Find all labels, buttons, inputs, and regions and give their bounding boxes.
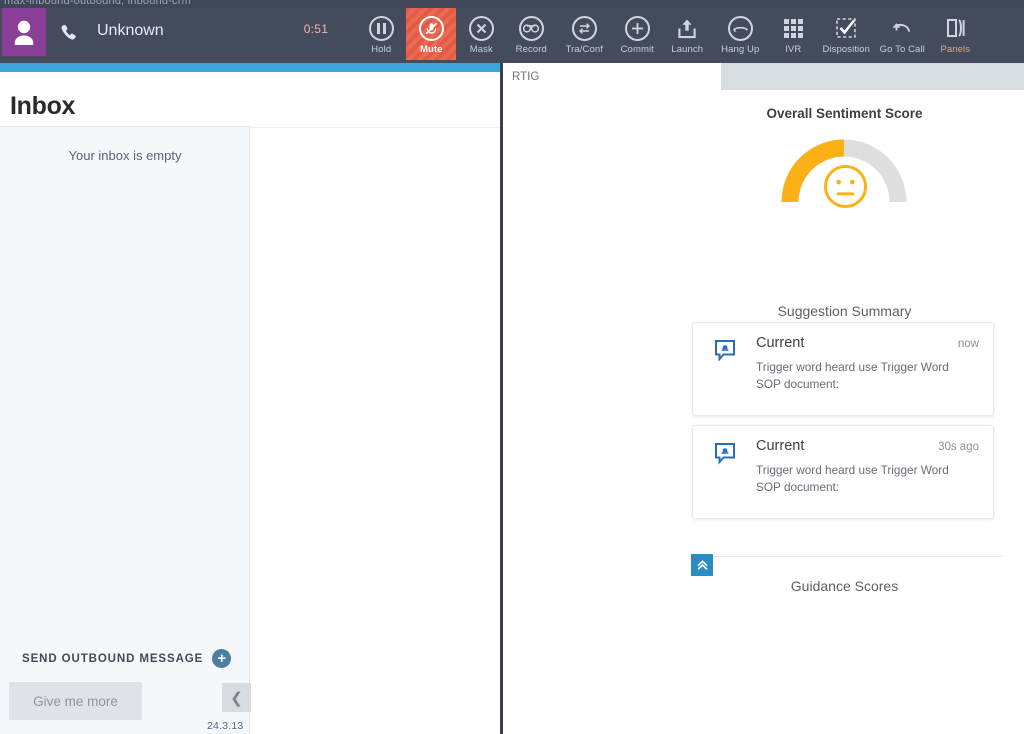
hangup-icon	[727, 13, 753, 43]
suggestion-card-title: Current	[756, 438, 805, 454]
ivr-label: IVR	[785, 44, 802, 55]
send-outbound-label: SEND OUTBOUND MESSAGE	[22, 652, 204, 665]
clipped-text-strip: max-inbound-outbound, inbound-crm	[0, 0, 1024, 8]
page-title: Inbox	[10, 92, 76, 120]
inbox-panel: Inbox Your inbox is empty SEND OUTBOUND …	[0, 72, 500, 734]
suggestion-card-time: now	[957, 338, 979, 350]
hangup-button[interactable]: Hang Up	[712, 8, 768, 60]
plus-circle-icon: +	[212, 649, 232, 668]
undo-arrow-icon	[892, 13, 912, 43]
caller-name: Unknown	[97, 22, 164, 39]
mask-button[interactable]: Mask	[456, 8, 506, 60]
panels-icon	[945, 13, 966, 43]
transfer-icon	[571, 13, 597, 43]
tab-rtig[interactable]: RTIG	[503, 63, 721, 90]
grid-icon	[783, 13, 803, 43]
call-timer: 0:51	[303, 22, 329, 36]
pause-icon	[368, 13, 394, 43]
alert-bubble-icon	[714, 339, 738, 367]
disposition-button[interactable]: Disposition	[818, 8, 874, 60]
sentiment-gauge	[774, 128, 914, 214]
suggestion-card[interactable]: Current 30s ago Trigger word heard use T…	[692, 425, 994, 519]
upload-icon	[676, 13, 698, 43]
alert-bubble-icon	[714, 442, 738, 470]
record-label: Record	[515, 44, 547, 55]
suggestion-card-body: Trigger word heard use Trigger Word SOP …	[756, 360, 949, 391]
send-outbound-message-button[interactable]: SEND OUTBOUND MESSAGE +	[22, 649, 232, 668]
sentiment-title: Overall Sentiment Score	[766, 106, 923, 121]
mask-label: Mask	[469, 44, 493, 55]
mute-button[interactable]: Mute	[406, 8, 457, 60]
version-label: 24.3.13	[207, 720, 244, 732]
go-to-call-label: Go To Call	[879, 44, 925, 55]
tab-rtig-label: RTIG	[512, 70, 540, 83]
chevron-left-icon[interactable]: ❮	[222, 683, 251, 712]
hold-label: Hold	[371, 44, 392, 55]
clipped-text: max-inbound-outbound, inbound-crm	[4, 0, 191, 7]
person-icon	[14, 20, 34, 45]
hangup-label: Hang Up	[721, 44, 760, 55]
close-x-icon	[468, 13, 494, 43]
guidance-scores-title: Guidance Scores	[790, 578, 899, 594]
panels-button[interactable]: Panels	[930, 8, 980, 60]
suggestion-summary-title: Suggestion Summary	[777, 303, 912, 319]
tab-strip: RTIG	[503, 63, 1024, 90]
checkbox-icon	[835, 13, 857, 43]
disposition-label: Disposition	[822, 44, 871, 55]
panels-label: Panels	[940, 44, 971, 55]
rtig-panel: RTIG Overall Sentiment Score Suggestion …	[503, 63, 1024, 734]
inbox-empty-message: Your inbox is empty	[68, 148, 182, 163]
mute-label: Mute	[419, 44, 443, 55]
rtig-content: Overall Sentiment Score Suggestion Summa…	[503, 90, 1024, 734]
inbox-list: Your inbox is empty SEND OUTBOUND MESSAG…	[0, 127, 251, 734]
record-button[interactable]: Record	[506, 8, 556, 60]
neutral-face-icon	[823, 164, 868, 209]
launch-button[interactable]: Launch	[662, 8, 712, 60]
go-to-call-button[interactable]: Go To Call	[874, 8, 930, 60]
avatar	[2, 8, 46, 56]
suggestion-card-title: Current	[756, 335, 805, 351]
inbox-detail-pane	[251, 127, 500, 734]
give-me-more-button[interactable]: Give me more	[9, 682, 142, 720]
launch-label: Launch	[671, 44, 704, 55]
mute-mic-icon	[418, 13, 444, 43]
commit-button[interactable]: Commit	[612, 8, 662, 60]
double-chevron-up-icon[interactable]	[691, 554, 713, 576]
transfer-conference-button[interactable]: Tra/Conf	[556, 8, 612, 60]
tab-strip-filler	[721, 63, 1024, 90]
toolbar-buttons: Hold Mute Mask Record Tra/Conf Commit La…	[356, 8, 980, 60]
hold-button[interactable]: Hold	[356, 8, 406, 60]
suggestion-card-body: Trigger word heard use Trigger Word SOP …	[756, 463, 949, 494]
call-toolbar: Unknown 0:51 Hold Mute Mask Record Tra/C…	[0, 8, 1024, 63]
phone-icon	[60, 24, 77, 47]
suggestion-card[interactable]: Current now Trigger word heard use Trigg…	[692, 322, 994, 416]
transfer-conference-label: Tra/Conf	[565, 44, 603, 55]
plus-circle-icon	[624, 13, 650, 43]
commit-label: Commit	[620, 44, 654, 55]
inbox-header: Inbox	[0, 72, 250, 127]
section-divider	[692, 556, 1002, 557]
accent-bar	[0, 63, 500, 72]
suggestion-card-time: 30s ago	[938, 441, 979, 453]
ivr-button[interactable]: IVR	[768, 8, 818, 60]
record-icon	[518, 13, 544, 43]
